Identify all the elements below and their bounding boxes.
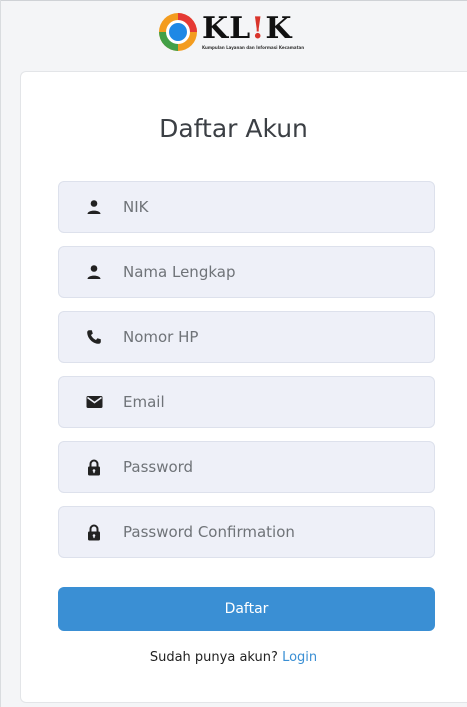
phone-input[interactable] — [123, 328, 403, 346]
nik-input[interactable] — [123, 198, 403, 216]
klik-logo: KL!K Kumpulan Layanan dan Informasi Keca… — [158, 6, 304, 58]
login-prompt-text: Sudah punya akun? — [149, 650, 278, 665]
phone-icon — [84, 327, 104, 347]
nik-field[interactable] — [58, 181, 435, 233]
password-field[interactable] — [58, 441, 435, 493]
login-prompt: Sudah punya akun? Login — [0, 650, 467, 665]
envelope-icon — [84, 392, 104, 412]
phone-field[interactable] — [58, 311, 435, 363]
logo-emblem-icon — [159, 13, 197, 51]
logo-text: KL!K Kumpulan Layanan dan Informasi Keca… — [202, 11, 305, 51]
register-button[interactable]: Daftar — [58, 587, 435, 631]
full-name-field[interactable] — [58, 246, 435, 298]
password-confirmation-input[interactable] — [123, 523, 403, 541]
password-input[interactable] — [123, 458, 403, 476]
logo-wordmark: KL!K — [202, 11, 293, 46]
email-field[interactable] — [58, 376, 435, 428]
full-name-input[interactable] — [123, 263, 403, 281]
lock-icon — [84, 457, 104, 477]
top-border — [0, 0, 467, 1]
page-title: Daftar Akun — [159, 114, 308, 143]
login-link[interactable]: Login — [282, 650, 317, 665]
left-border — [0, 0, 1, 707]
password-confirmation-field[interactable] — [58, 506, 435, 558]
user-icon — [84, 262, 104, 282]
email-input[interactable] — [123, 393, 403, 411]
lock-icon — [84, 522, 104, 542]
logo-tagline: Kumpulan Layanan dan Informasi Kecamatan — [202, 45, 305, 50]
user-icon — [84, 197, 104, 217]
